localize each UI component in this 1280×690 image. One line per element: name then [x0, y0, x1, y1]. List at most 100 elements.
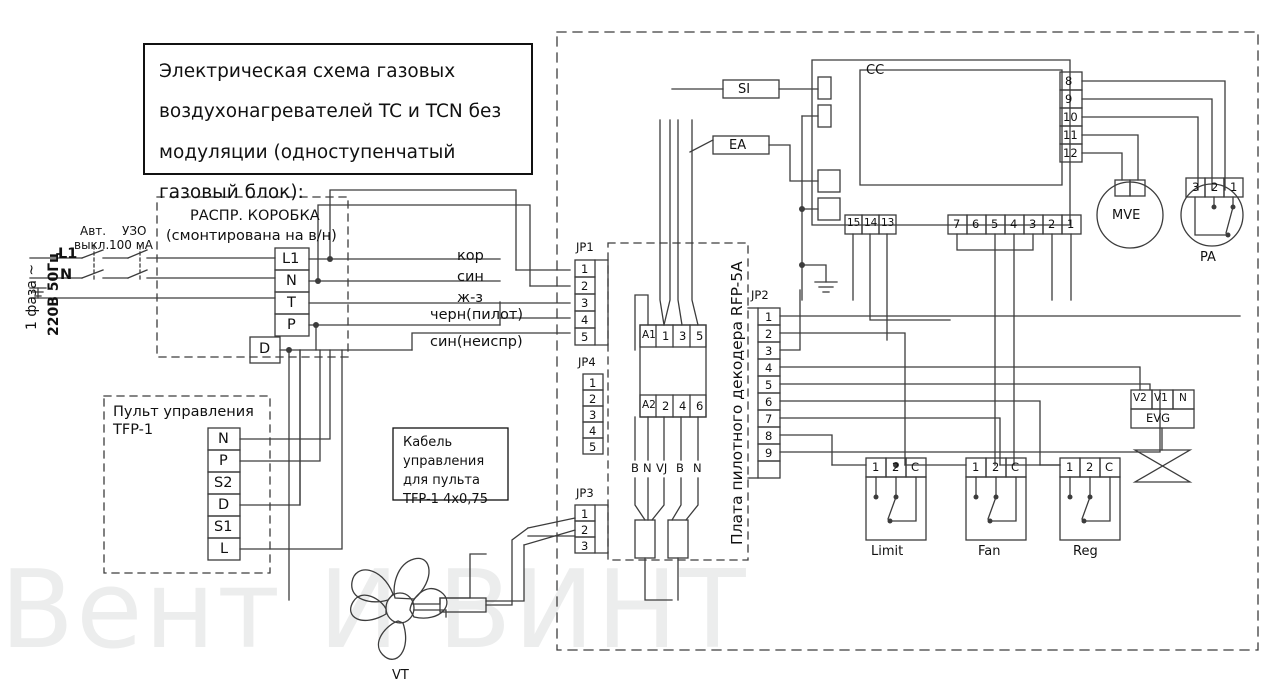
jp1-pin-2[interactable]: 2 [581, 279, 588, 293]
jp4-pin-4[interactable]: 4 [589, 424, 596, 438]
controller-cc-outline [811, 59, 1071, 226]
tfp-terminal-l[interactable]: L [220, 541, 228, 557]
cc-terminal-11[interactable]: 11 [1063, 128, 1078, 142]
jp4-pin-2[interactable]: 2 [589, 392, 596, 406]
evg-terminal-n[interactable]: N [1179, 392, 1187, 404]
jp1-pin-1[interactable]: 1 [581, 262, 588, 276]
evg-terminal-v1[interactable]: V1 [1154, 392, 1168, 404]
cc-terminal-15[interactable]: 15 [847, 217, 860, 229]
relay-pin-3[interactable]: 3 [679, 329, 686, 343]
cc-terminal-14[interactable]: 14 [864, 217, 877, 229]
decoder-board-label: Плата пилотного декодера RFP-5A [728, 261, 746, 545]
jp4-pin-1[interactable]: 1 [589, 376, 596, 390]
thermostat-label-limit: Limit [871, 544, 904, 559]
rcd-label: УЗО [122, 224, 147, 238]
jb-terminal-p[interactable]: P [287, 317, 296, 333]
jb-terminal-l1[interactable]: L1 [282, 251, 299, 267]
junction-box-title-2: (смонтирована на в/н) [166, 228, 337, 244]
cc-terminal-4[interactable]: 4 [1010, 217, 1017, 231]
controller-label-cc: CC [866, 63, 885, 78]
jb-terminal-n[interactable]: N [286, 273, 297, 289]
relay-pin-4[interactable]: 4 [679, 399, 686, 413]
limit-terminal-2[interactable]: 2 [892, 460, 899, 474]
thermostat-label-fan: Fan [978, 544, 1001, 559]
supply-terminal-n: N [60, 267, 73, 283]
control-panel-title-1: Пульт управления [113, 404, 254, 420]
jp2-pin-6[interactable]: 6 [765, 395, 772, 409]
pa-terminal-2[interactable]: 2 [1211, 180, 1218, 194]
cc-terminal-9[interactable]: 9 [1065, 92, 1072, 106]
jp2-pin-7[interactable]: 7 [765, 412, 772, 426]
jp3-pin-2[interactable]: 2 [581, 523, 588, 537]
cable-note-line-2: управления [403, 453, 485, 469]
reg-terminal-2[interactable]: 2 [1086, 460, 1093, 474]
mve-label: MVE [1112, 208, 1141, 223]
limit-terminal-c[interactable]: C [911, 460, 919, 474]
relay-pin-6[interactable]: 6 [696, 399, 703, 413]
reg-terminal-c[interactable]: C [1105, 460, 1113, 474]
reg-terminal-1[interactable]: 1 [1066, 460, 1073, 474]
evg-terminal-v2[interactable]: V2 [1133, 392, 1147, 404]
jb-terminal-d[interactable]: D [259, 341, 270, 357]
tfp-terminal-s1[interactable]: S1 [214, 519, 232, 535]
tfp-terminal-s2[interactable]: S2 [214, 475, 232, 491]
jp1-pin-3[interactable]: 3 [581, 296, 588, 310]
relay-pin-5[interactable]: 5 [696, 329, 703, 343]
ea-label: EA [729, 138, 747, 153]
breaker-label-1: Авт. [80, 224, 107, 238]
wiring-diagram: Вент И ВИНТ Электрическая схема газовых … [0, 0, 1280, 690]
fan-terminal-1[interactable]: 1 [972, 460, 979, 474]
supply-terminal-l1: L1 [58, 246, 78, 262]
relay-pin-a1[interactable]: A1 [642, 329, 656, 341]
fan-terminal-2[interactable]: 2 [992, 460, 999, 474]
jb-terminal-t[interactable]: T [287, 295, 296, 311]
cc-terminal-7[interactable]: 7 [953, 217, 960, 231]
jp1-pin-5[interactable]: 5 [581, 330, 588, 344]
cc-terminal-13[interactable]: 13 [881, 217, 894, 229]
jp1-pin-4[interactable]: 4 [581, 313, 588, 327]
connector-label-jp3: JP3 [576, 486, 594, 500]
jp2-pin-1[interactable]: 1 [765, 310, 772, 324]
jp2-pin-8[interactable]: 8 [765, 429, 772, 443]
connector-label-jp4: JP4 [578, 355, 596, 369]
tfp-terminal-p[interactable]: P [219, 453, 228, 469]
pa-terminal-3[interactable]: 3 [1192, 180, 1199, 194]
jp4-pin-3[interactable]: 3 [589, 408, 596, 422]
valve-symbol [1132, 449, 1193, 483]
jp2-pin-9[interactable]: 9 [765, 446, 772, 460]
cc-terminal-8[interactable]: 8 [1065, 74, 1072, 88]
jp2-pin-3[interactable]: 3 [765, 344, 772, 358]
rcd-value: 100 мА [109, 238, 153, 252]
relay-pin-2[interactable]: 2 [662, 399, 669, 413]
relay-pin-a2[interactable]: A2 [642, 399, 656, 411]
relay-pin-1[interactable]: 1 [662, 329, 669, 343]
cc-terminal-2[interactable]: 2 [1048, 217, 1055, 231]
tfp-terminal-n[interactable]: N [218, 431, 229, 447]
cc-terminal-12[interactable]: 12 [1063, 146, 1078, 160]
wire-label-sin-neispr: син(неиспр) [430, 334, 523, 350]
jp3-pin-3[interactable]: 3 [581, 539, 588, 553]
cable-note-line-1: Кабель [403, 435, 453, 450]
title-line-1: Электрическая схема газовых [159, 61, 456, 82]
jp2-pin-5[interactable]: 5 [765, 378, 772, 392]
cc-terminal-3[interactable]: 3 [1029, 217, 1036, 231]
wire-label-chern-pilot: черн(пилот) [430, 307, 523, 323]
cc-terminal-10[interactable]: 10 [1063, 110, 1078, 124]
evg-label: EVG [1146, 411, 1171, 425]
thermostat-label-reg: Reg [1073, 544, 1098, 559]
cc-terminal-5[interactable]: 5 [991, 217, 998, 231]
jp2-pin-4[interactable]: 4 [765, 361, 772, 375]
tfp-terminal-d[interactable]: D [218, 497, 229, 513]
title-line-3: модуляции (одноступенчатый [159, 141, 456, 163]
jp4-pin-5[interactable]: 5 [589, 440, 596, 454]
junction-box-title-1: РАСПР. КОРОБКА [190, 208, 320, 224]
fan-terminal-c[interactable]: C [1011, 460, 1019, 474]
pa-terminal-1[interactable]: 1 [1230, 180, 1237, 194]
jp3-pin-1[interactable]: 1 [581, 507, 588, 521]
jp2-pin-2[interactable]: 2 [765, 327, 772, 341]
fan-label-vt: VT [392, 668, 409, 683]
cc-terminal-1[interactable]: 1 [1067, 217, 1074, 231]
pa-label: PA [1200, 250, 1216, 265]
limit-terminal-1[interactable]: 1 [872, 460, 879, 474]
cc-terminal-6[interactable]: 6 [972, 217, 979, 231]
